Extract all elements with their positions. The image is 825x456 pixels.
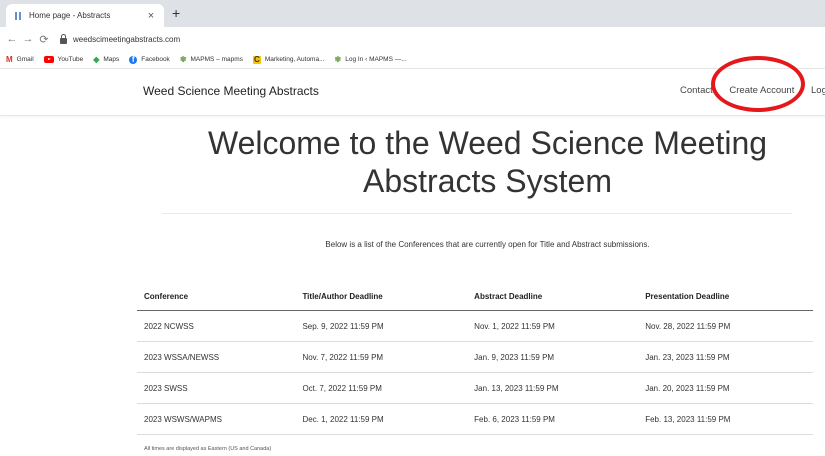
bookmark-maps[interactable]: ◆ Maps (93, 54, 120, 64)
conference-cell: 2023 WSWS/WAPMS (137, 403, 296, 435)
mapms-icon: ✾ (334, 54, 342, 64)
browser-tab-strip: Home page - Abstracts × + (0, 0, 825, 27)
conference-cell: 2023 WSSA/NEWSS (137, 341, 296, 373)
tab-title: Home page - Abstracts (29, 11, 111, 20)
table-row[interactable]: 2023 WSWS/WAPMS Dec. 1, 2022 11:59 PM Fe… (137, 403, 813, 435)
bookmark-label: Maps (103, 56, 120, 63)
table-row[interactable]: 2022 NCWSS Sep. 9, 2022 11:59 PM Nov. 1,… (137, 310, 813, 342)
reload-icon[interactable]: ⟳ (36, 33, 52, 46)
presentation-deadline-cell: Nov. 28, 2022 11:59 PM (638, 310, 813, 342)
page-title: Welcome to the Weed Science Meeting Abst… (207, 125, 768, 199)
back-arrow-icon[interactable]: ← (4, 33, 20, 45)
abstract-deadline-cell: Jan. 13, 2023 11:59 PM (467, 372, 639, 404)
url-text: weedscimeetingabstracts.com (73, 34, 181, 44)
title-deadline-cell: Sep. 9, 2022 11:59 PM (295, 310, 468, 342)
site-favicon-icon (13, 11, 23, 21)
bookmark-label: Facebook (141, 56, 170, 63)
title-deadline-cell: Dec. 1, 2022 11:59 PM (295, 403, 468, 435)
bookmark-label: MAPMS – mapms (190, 56, 243, 63)
title-deadline-cell: Oct. 7, 2022 11:59 PM (295, 372, 468, 404)
address-bar: ← → ⟳ weedscimeetingabstracts.com (0, 27, 825, 51)
site-brand-link[interactable]: Weed Science Meeting Abstracts (143, 84, 319, 98)
bookmark-label: Log In ‹ MAPMS —... (345, 56, 407, 63)
abstract-deadline-cell: Nov. 1, 2022 11:59 PM (467, 310, 639, 342)
column-header: Title/Author Deadline (295, 282, 468, 311)
column-header: Presentation Deadline (638, 282, 813, 311)
bookmark-mapms[interactable]: ✾ MAPMS – mapms (179, 54, 243, 64)
presentation-deadline-cell: Feb. 13, 2023 11:59 PM (638, 403, 813, 435)
nav-login-link[interactable]: Login (811, 85, 825, 96)
forward-arrow-icon[interactable]: → (20, 33, 36, 45)
mapms-icon: ✾ (179, 54, 187, 64)
site-navbar: Weed Science Meeting Abstracts Contact C… (0, 68, 825, 116)
maps-icon: ◆ (93, 54, 100, 64)
bookmark-marketing[interactable]: C Marketing, Automa... (252, 54, 325, 64)
bookmark-label: YouTube (57, 56, 84, 63)
table-row[interactable]: 2023 WSSA/NEWSS Nov. 7, 2022 11:59 PM Ja… (137, 341, 813, 373)
bookmark-youtube[interactable]: YouTube (43, 56, 84, 63)
close-tab-icon[interactable]: × (144, 10, 158, 22)
conferences-table: Conference Title/Author Deadline Abstrac… (137, 282, 813, 435)
title-deadline-cell: Nov. 7, 2022 11:59 PM (295, 341, 468, 373)
presentation-deadline-cell: Jan. 20, 2023 11:59 PM (638, 372, 813, 404)
bookmark-gmail[interactable]: M Gmail (6, 54, 34, 64)
bookmark-label: Gmail (16, 56, 34, 63)
column-header: Conference (137, 282, 296, 311)
facebook-icon: f (129, 55, 138, 64)
new-tab-button[interactable]: + (172, 5, 180, 21)
column-header: Abstract Deadline (467, 282, 639, 311)
bookmarks-bar: M Gmail YouTube ◆ Maps f Facebook ✾ MAPMS – … (0, 51, 825, 69)
browser-tab[interactable]: Home page - Abstracts × (6, 4, 164, 27)
bookmark-label: Marketing, Automa... (264, 56, 325, 63)
nav-contact-link[interactable]: Contact (680, 85, 713, 96)
marketing-icon: C (252, 54, 261, 64)
conference-cell: 2023 SWSS (137, 372, 296, 404)
abstract-deadline-cell: Feb. 6, 2023 11:59 PM (467, 403, 639, 435)
table-row[interactable]: 2023 SWSS Oct. 7, 2022 11:59 PM Jan. 13,… (137, 372, 813, 404)
intro-text: Below is a list of the Conferences that … (325, 240, 650, 249)
heading-divider (162, 213, 792, 214)
youtube-icon (43, 56, 54, 63)
conference-cell: 2022 NCWSS (137, 310, 296, 342)
table-header-row: Conference Title/Author Deadline Abstrac… (137, 282, 813, 311)
bookmark-facebook[interactable]: f Facebook (129, 55, 170, 64)
abstract-deadline-cell: Jan. 9, 2023 11:59 PM (467, 341, 639, 373)
lock-icon (60, 33, 67, 44)
timezone-footnote: All times are displayed as Eastern (US a… (144, 446, 272, 452)
presentation-deadline-cell: Jan. 23, 2023 11:59 PM (638, 341, 813, 373)
url-field[interactable]: weedscimeetingabstracts.com (60, 33, 181, 44)
gmail-icon: M (6, 54, 13, 64)
highlight-circle-annotation (711, 56, 805, 112)
bookmark-mapms-login[interactable]: ✾ Log In ‹ MAPMS —... (334, 54, 407, 64)
